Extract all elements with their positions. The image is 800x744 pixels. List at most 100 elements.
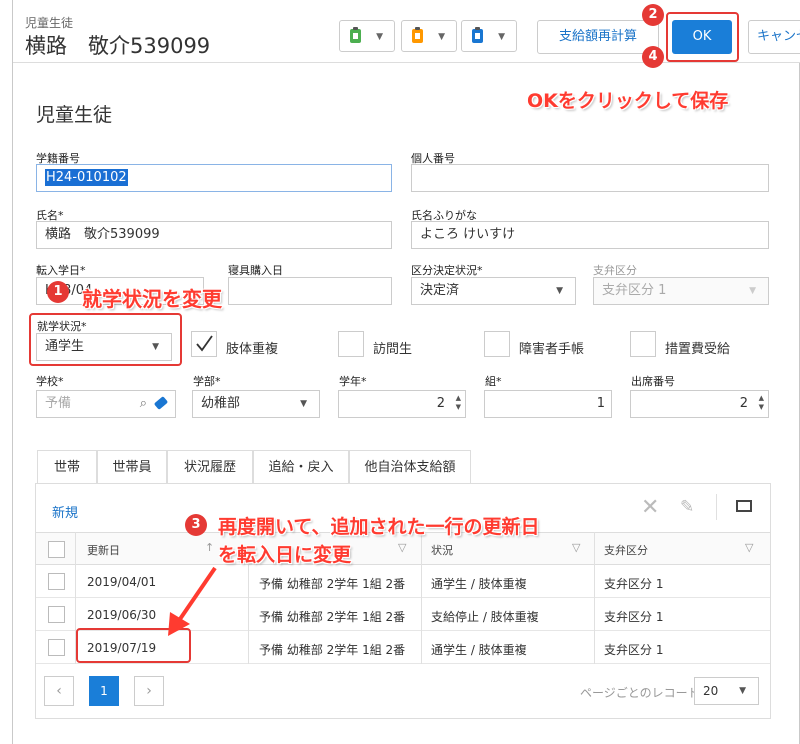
edit-icon[interactable]: ✎ — [680, 497, 694, 517]
section-title: 児童生徒 — [36, 104, 113, 126]
grade-stepper[interactable]: 2 ▲ ▼ — [338, 390, 466, 418]
per-page-label: ページごとのレコード数 — [580, 686, 712, 700]
annotation-ok-save: OKをクリックして保存 — [527, 90, 729, 112]
column-header-update-date[interactable]: 更新日 — [87, 542, 120, 558]
row-checkbox[interactable] — [48, 606, 65, 623]
checkbox-home-visit[interactable] — [338, 331, 364, 357]
class-input[interactable]: 1 — [484, 390, 612, 418]
tab-status-history[interactable]: 状況履歴 — [167, 450, 253, 484]
step-badge-3: 3 — [185, 514, 207, 536]
per-page-value: 20 — [703, 684, 719, 698]
chevron-down-icon: ▼ — [376, 32, 383, 42]
select-all-checkbox[interactable] — [48, 541, 65, 558]
grade-label: 学年* — [339, 375, 367, 388]
tab-other-municipality[interactable]: 他自治体支給額 — [349, 450, 471, 484]
personal-number-input[interactable] — [411, 164, 769, 192]
name-input[interactable]: 横路 敬介539099 — [36, 221, 392, 249]
chevron-down-icon: ▼ — [438, 32, 445, 42]
page-subtitle: 児童生徒 — [25, 16, 74, 30]
payment-category-value: 支弁区分 1 — [602, 283, 667, 298]
cell-category: 支弁区分 1 — [604, 577, 664, 591]
bedding-date-input[interactable] — [228, 277, 392, 305]
name-kana-input[interactable]: よころ けいすけ — [411, 221, 769, 249]
filter-icon[interactable]: ▽ — [398, 541, 406, 554]
clipboard-green-dropdown[interactable]: ▼ — [339, 20, 395, 52]
clipboard-orange-dropdown[interactable]: ▼ — [401, 20, 457, 52]
column-divider — [248, 565, 249, 664]
checkmark-icon — [196, 335, 213, 352]
row-checkbox[interactable] — [48, 639, 65, 656]
annotation-change-status: 就学状況を変更 — [82, 287, 222, 311]
payment-category-select: 支弁区分 1 ▼ — [593, 277, 769, 305]
tab-household[interactable]: 世帯 — [37, 450, 97, 484]
unlock-icon[interactable] — [736, 500, 752, 512]
department-select[interactable]: 幼稚部 ▼ — [192, 390, 320, 418]
prev-page-button[interactable]: ‹ — [44, 676, 74, 706]
cell-category: 支弁区分 1 — [604, 643, 664, 657]
chevron-down-icon: ▼ — [498, 32, 505, 42]
chevron-down-icon: ▼ — [300, 399, 307, 409]
sort-up-icon[interactable]: ↑ — [205, 541, 214, 554]
checkbox-measure-fee[interactable] — [630, 331, 656, 357]
checkbox-limb-disability[interactable] — [191, 331, 217, 357]
cell-category: 支弁区分 1 — [604, 610, 664, 624]
seat-number-label: 出席番号 — [631, 375, 675, 388]
school-label: 学校* — [36, 375, 64, 388]
clipboard-blue-dropdown[interactable]: ▼ — [461, 20, 517, 52]
decision-status-value: 決定済 — [420, 283, 460, 298]
clipboard-icon — [412, 27, 423, 43]
eraser-icon[interactable] — [153, 396, 169, 410]
decision-status-select[interactable]: 決定済 ▼ — [411, 277, 576, 305]
clipboard-icon — [472, 27, 483, 43]
cell-status: 通学生 / 肢体重複 — [431, 577, 527, 591]
cell-school: 予備 幼稚部 2学年 1組 2番 — [259, 577, 406, 591]
column-divider — [421, 532, 422, 664]
step-badge-2: 2 — [642, 4, 664, 26]
column-divider — [594, 532, 595, 664]
checkbox-disability-card[interactable] — [484, 331, 510, 357]
column-header-status[interactable]: 状況 — [431, 542, 453, 558]
seat-number-value: 2 — [739, 396, 748, 411]
transfer-date-label: 転入学日* — [36, 264, 86, 277]
annotation-reopen-line1: 再度開いて、追加された一行の更新日 — [218, 516, 540, 538]
row-checkbox[interactable] — [48, 573, 65, 590]
cell-school: 予備 幼稚部 2学年 1組 2番 — [259, 643, 406, 657]
delete-icon[interactable]: ✕ — [641, 495, 659, 520]
checkbox-label-measure-fee: 措置費受給 — [665, 342, 731, 357]
school-value: 予備 — [45, 396, 72, 411]
department-label: 学部* — [193, 375, 221, 388]
ok-highlight-box — [666, 12, 739, 62]
spinner-icon[interactable]: ▲ ▼ — [456, 394, 461, 412]
column-header-payment-category[interactable]: 支弁区分 — [604, 542, 648, 558]
chevron-down-icon: ▼ — [749, 286, 756, 296]
class-label: 組* — [485, 375, 502, 388]
new-record-link[interactable]: 新規 — [52, 502, 78, 521]
per-page-select[interactable]: 20 ▼ — [694, 677, 759, 705]
page-title: 横路 敬介539099 — [25, 34, 211, 58]
page-button-current[interactable]: 1 — [89, 676, 119, 706]
annotation-arrow — [168, 566, 217, 636]
step-badge-4: 4 — [642, 46, 664, 68]
recalculate-button[interactable]: 支給額再計算 — [537, 20, 659, 54]
annotation-reopen-line2: を転入日に変更 — [218, 544, 352, 566]
search-icon[interactable]: ⌕ — [140, 391, 147, 417]
spinner-icon[interactable]: ▲ ▼ — [759, 394, 764, 412]
tab-additional-payment[interactable]: 追給・戻入 — [253, 450, 349, 484]
student-number-value: H24-010102 — [45, 169, 128, 186]
decision-status-label: 区分決定状況* — [411, 264, 483, 277]
student-number-input[interactable]: H24-010102 — [36, 164, 392, 192]
grade-value: 2 — [436, 396, 445, 411]
checkbox-label-home-visit: 訪問生 — [373, 342, 413, 357]
next-page-button[interactable]: › — [134, 676, 164, 706]
cell-status: 通学生 / 肢体重複 — [431, 643, 527, 657]
cancel-button[interactable]: キャンセル — [748, 20, 800, 54]
cell-status: 支給停止 / 肢体重複 — [431, 610, 539, 624]
filter-icon[interactable]: ▽ — [745, 541, 753, 554]
filter-icon[interactable]: ▽ — [572, 541, 580, 554]
cell-date: 2019/04/01 — [87, 575, 157, 589]
school-input[interactable]: 予備 ⌕ — [36, 390, 176, 418]
cell-school: 予備 幼稚部 2学年 1組 2番 — [259, 610, 406, 624]
toolbar-divider — [716, 494, 717, 520]
tab-household-member[interactable]: 世帯員 — [97, 450, 167, 484]
seat-number-stepper[interactable]: 2 ▲ ▼ — [630, 390, 769, 418]
